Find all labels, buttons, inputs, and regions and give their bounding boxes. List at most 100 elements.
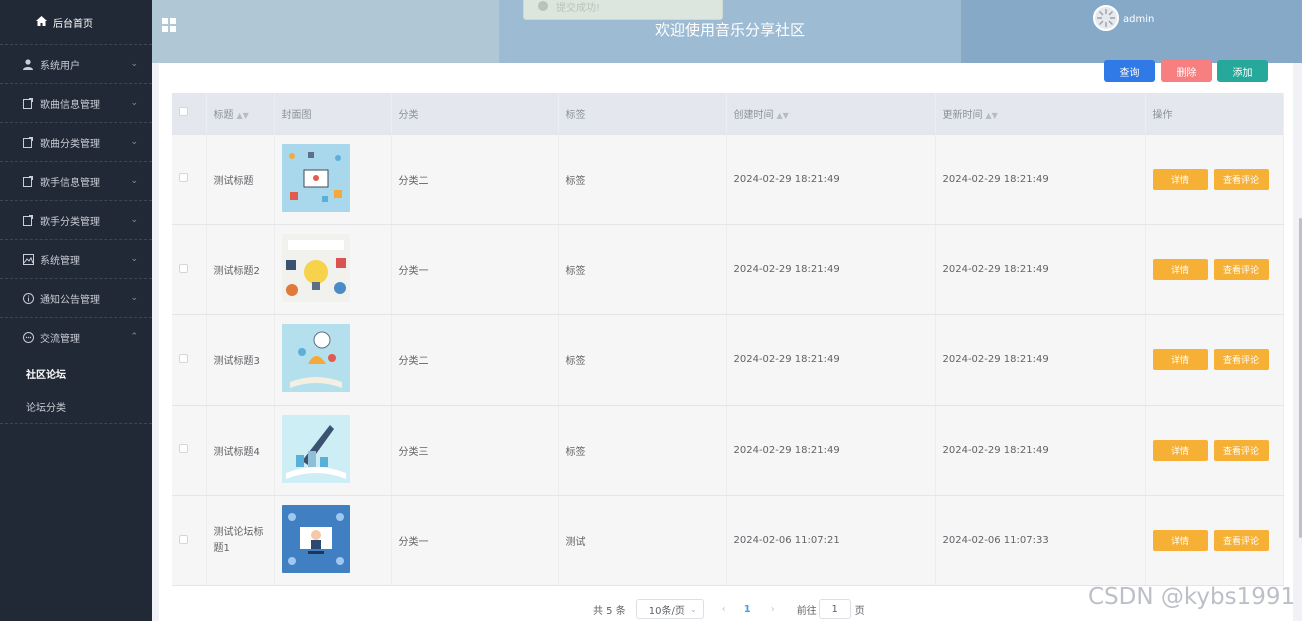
sort-icon[interactable]: ▲▼ xyxy=(777,111,789,120)
row-actions: 详情 查看评论 xyxy=(1145,404,1284,497)
view-comments-button[interactable]: 查看评论 xyxy=(1213,259,1269,281)
sidebar-item-communication[interactable]: 交流管理 ⌃ xyxy=(0,317,152,356)
detail-button[interactable]: 详情 xyxy=(1152,439,1208,461)
row-actions: 详情 查看评论 xyxy=(1145,133,1284,225)
detail-button[interactable]: 详情 xyxy=(1152,530,1208,552)
cover-image[interactable] xyxy=(281,143,350,212)
row-created: 2024-02-29 18:21:49 xyxy=(726,314,936,406)
sidebar-item-label: 歌手信息管理 xyxy=(40,177,100,189)
col-created[interactable]: 创建时间 ▲▼ xyxy=(726,93,936,134)
detail-button[interactable]: 详情 xyxy=(1152,349,1208,371)
row-tag: 标签 xyxy=(558,133,727,225)
view-comments-button[interactable]: 查看评论 xyxy=(1213,439,1269,461)
row-tag: 测试 xyxy=(558,495,727,587)
row-checkbox[interactable] xyxy=(179,534,188,544)
col-actions: 操作 xyxy=(1145,93,1284,134)
prev-page-icon[interactable]: ‹ xyxy=(722,604,726,615)
doc-icon xyxy=(22,175,34,187)
view-comments-button[interactable]: 查看评论 xyxy=(1213,349,1269,371)
sidebar-item-song-info[interactable]: 歌曲信息管理 ⌄ xyxy=(0,83,152,122)
avatar[interactable] xyxy=(1093,5,1119,31)
row-title: 测试标题2 xyxy=(206,223,275,316)
col-tag: 标签 xyxy=(558,93,727,134)
row-title: 测试标题3 xyxy=(206,314,275,406)
page-size-select[interactable]: 10条/页 ⌄ xyxy=(635,599,704,619)
cover-image[interactable] xyxy=(281,505,350,574)
row-cover xyxy=(274,404,392,497)
sidebar-subitem-forum[interactable]: 社区论坛 xyxy=(0,356,152,390)
sidebar-subitem-label: 社区论坛 xyxy=(26,369,66,381)
detail-button[interactable]: 详情 xyxy=(1152,168,1208,190)
row-checkbox[interactable] xyxy=(179,173,188,183)
info-icon xyxy=(22,292,34,304)
view-comments-button[interactable]: 查看评论 xyxy=(1213,530,1269,552)
col-title[interactable]: 标题 ▲▼ xyxy=(206,93,275,134)
pagination-total: 共 5 条 xyxy=(593,605,626,617)
row-tag: 标签 xyxy=(558,223,727,316)
select-all-checkbox[interactable] xyxy=(179,107,188,117)
page-number-current[interactable]: 1 xyxy=(744,604,751,615)
row-checkbox[interactable] xyxy=(179,353,188,363)
sidebar-item-singer-category[interactable]: 歌手分类管理 ⌄ xyxy=(0,200,152,239)
pagination: 共 5 条 10条/页 ⌄ ‹ 1 › 前往 1 页 xyxy=(593,599,865,619)
user-icon xyxy=(22,58,34,70)
sidebar-home[interactable]: 后台首页 xyxy=(0,0,152,44)
sort-icon[interactable]: ▲▼ xyxy=(237,111,249,120)
row-cover xyxy=(274,223,392,316)
page-suffix: 页 xyxy=(854,605,865,617)
sidebar-item-notice[interactable]: 通知公告管理 ⌄ xyxy=(0,278,152,317)
add-button[interactable]: 添加 xyxy=(1217,60,1268,82)
row-created: 2024-02-06 11:07:21 xyxy=(726,495,936,587)
sidebar-item-system-user[interactable]: 系统用户 ⌄ xyxy=(0,44,152,83)
cover-image[interactable] xyxy=(281,324,350,393)
sidebar-item-singer-info[interactable]: 歌手信息管理 ⌄ xyxy=(0,161,152,200)
sidebar-item-label: 系统用户 xyxy=(40,60,80,72)
menu-grid-icon[interactable] xyxy=(162,18,177,33)
chevron-down-icon: ⌄ xyxy=(130,293,138,303)
row-actions: 详情 查看评论 xyxy=(1145,495,1284,587)
watermark: CSDN @kybs1991 xyxy=(1088,584,1296,610)
row-category: 分类二 xyxy=(391,133,559,225)
sidebar-item-label: 歌手分类管理 xyxy=(40,216,100,228)
toast-message: 提交成功! xyxy=(556,2,601,14)
next-page-icon[interactable]: › xyxy=(771,604,775,615)
cover-image[interactable] xyxy=(281,234,350,303)
sidebar-subitem-forum-category[interactable]: 论坛分类 xyxy=(0,390,152,424)
table-row: 测试论坛标题1 分类一 测试 2024-02-06 11:07:21 2024-… xyxy=(172,495,1284,587)
col-updated[interactable]: 更新时间 ▲▼ xyxy=(935,93,1146,134)
row-updated: 2024-02-29 18:21:49 xyxy=(935,314,1146,406)
row-checkbox[interactable] xyxy=(179,263,188,273)
username[interactable]: admin xyxy=(1123,14,1154,25)
cover-image[interactable] xyxy=(281,414,350,483)
chevron-down-icon: ⌄ xyxy=(690,604,697,614)
col-cover: 封面图 xyxy=(274,93,392,134)
sidebar-item-song-category[interactable]: 歌曲分类管理 ⌄ xyxy=(0,122,152,161)
query-button[interactable]: 查询 xyxy=(1104,60,1155,82)
row-category: 分类三 xyxy=(391,404,559,497)
chevron-down-icon: ⌄ xyxy=(130,137,138,147)
table-row: 测试标题3 分类二 标签 2024-02-29 18:21:49 2024-02… xyxy=(172,314,1284,406)
table-row: 测试标题2 分类一 标签 2024-02-29 18:21:49 2024-02… xyxy=(172,223,1284,316)
chevron-up-icon: ⌃ xyxy=(130,332,138,342)
row-created: 2024-02-29 18:21:49 xyxy=(726,404,936,497)
forum-table: 标题▲▼ 封面图 分类 标签 创建时间▲▼ 更新时间▲▼ 操作 测试标题 xyxy=(172,93,1284,587)
view-comments-button[interactable]: 查看评论 xyxy=(1213,168,1269,190)
check-circle-icon xyxy=(538,1,548,11)
sidebar-item-label: 系统管理 xyxy=(40,255,80,267)
select-all-cell xyxy=(172,93,207,134)
row-title: 测试论坛标题1 xyxy=(206,495,275,587)
row-tag: 标签 xyxy=(558,404,727,497)
row-updated: 2024-02-29 18:21:49 xyxy=(935,133,1146,225)
row-cover xyxy=(274,495,392,587)
delete-button[interactable]: 删除 xyxy=(1161,60,1212,82)
row-cover xyxy=(274,314,392,406)
top-header: 提交成功! 欢迎使用音乐分享社区 admin xyxy=(152,0,1302,63)
sidebar-item-system-manage[interactable]: 系统管理 ⌄ xyxy=(0,239,152,278)
row-checkbox[interactable] xyxy=(179,444,188,454)
image-icon xyxy=(22,253,34,265)
sort-icon[interactable]: ▲▼ xyxy=(986,111,998,120)
chevron-down-icon: ⌄ xyxy=(130,98,138,108)
detail-button[interactable]: 详情 xyxy=(1152,259,1208,281)
goto-page-input[interactable]: 1 xyxy=(818,599,851,619)
sidebar: 后台首页 系统用户 ⌄ 歌曲信息管理 ⌄ 歌曲分类管理 ⌄ 歌手信息管理 ⌄ 歌… xyxy=(0,0,152,621)
